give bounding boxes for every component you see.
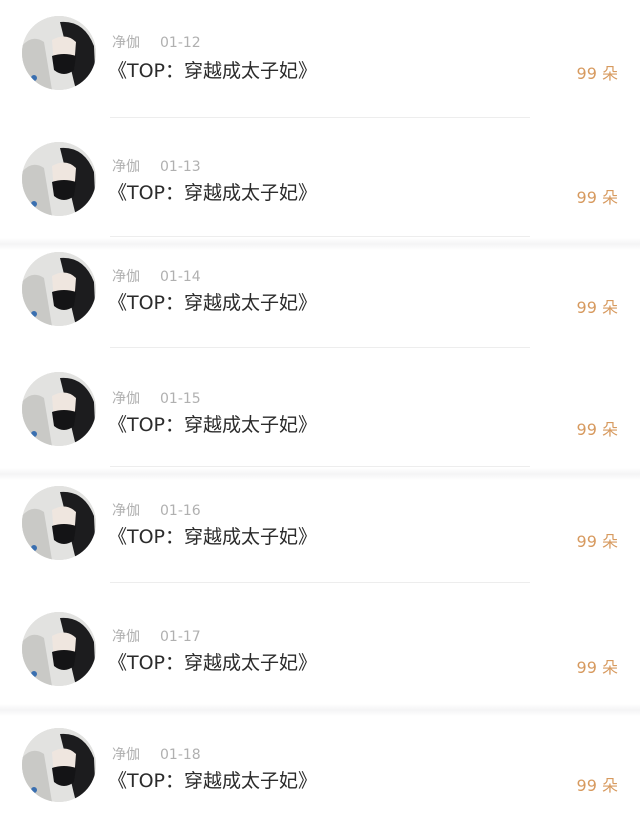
username[interactable]: 净伽 <box>112 747 140 763</box>
avatar-photo-icon <box>22 612 96 686</box>
message-title: 《TOP：穿越成太子妃》 <box>108 292 318 314</box>
message-meta: 净伽 01-12 <box>112 32 201 52</box>
avatar-photo-icon <box>22 252 96 326</box>
message-date: 01-13 <box>160 159 201 175</box>
username[interactable]: 净伽 <box>112 35 140 51</box>
message-date: 01-14 <box>160 269 201 285</box>
message-date: 01-18 <box>160 747 201 763</box>
avatar[interactable] <box>22 142 96 216</box>
message-meta: 净伽 01-17 <box>112 626 201 646</box>
message-date: 01-12 <box>160 35 201 51</box>
gift-count: 99 朵 <box>576 658 618 677</box>
avatar-photo-icon <box>22 142 96 216</box>
message-meta: 净伽 01-14 <box>112 266 201 286</box>
message-title: 《TOP：穿越成太子妃》 <box>108 414 318 436</box>
row-divider <box>110 117 530 118</box>
avatar-photo-icon <box>22 728 96 802</box>
list-item[interactable]: 净伽 01-13 《TOP：穿越成太子妃》 99 朵 <box>0 130 640 238</box>
row-divider <box>110 347 530 348</box>
gift-count: 99 朵 <box>576 188 618 207</box>
message-title: 《TOP：穿越成太子妃》 <box>108 60 318 82</box>
avatar[interactable] <box>22 16 96 90</box>
list-item[interactable]: 净伽 01-14 《TOP：穿越成太子妃》 99 朵 <box>0 250 640 350</box>
gift-count: 99 朵 <box>576 298 618 317</box>
message-title: 《TOP：穿越成太子妃》 <box>108 770 318 792</box>
gift-message-list: 净伽 01-12 《TOP：穿越成太子妃》 99 朵 净伽 01-13 《TOP：穿… <box>0 0 640 832</box>
message-meta: 净伽 01-13 <box>112 156 201 176</box>
username[interactable]: 净伽 <box>112 269 140 285</box>
message-date: 01-17 <box>160 629 201 645</box>
message-title: 《TOP：穿越成太子妃》 <box>108 526 318 548</box>
message-title: 《TOP：穿越成太子妃》 <box>108 182 318 204</box>
avatar-photo-icon <box>22 372 96 446</box>
message-date: 01-16 <box>160 503 201 519</box>
avatar-photo-icon <box>22 16 96 90</box>
avatar-photo-icon <box>22 486 96 560</box>
gift-count: 99 朵 <box>576 776 618 795</box>
username[interactable]: 净伽 <box>112 503 140 519</box>
message-date: 01-15 <box>160 391 201 407</box>
section-gap <box>0 468 640 480</box>
section-gap <box>0 704 640 716</box>
message-meta: 净伽 01-15 <box>112 388 201 408</box>
section-gap <box>0 238 640 250</box>
avatar[interactable] <box>22 372 96 446</box>
avatar[interactable] <box>22 252 96 326</box>
list-item[interactable]: 净伽 01-16 《TOP：穿越成太子妃》 99 朵 <box>0 480 640 588</box>
list-item[interactable]: 净伽 01-15 《TOP：穿越成太子妃》 99 朵 <box>0 360 640 468</box>
avatar[interactable] <box>22 728 96 802</box>
list-item[interactable]: 净伽 01-17 《TOP：穿越成太子妃》 99 朵 <box>0 600 640 706</box>
message-meta: 净伽 01-16 <box>112 500 201 520</box>
avatar[interactable] <box>22 486 96 560</box>
row-divider <box>110 236 530 237</box>
gift-count: 99 朵 <box>576 64 618 83</box>
username[interactable]: 净伽 <box>112 391 140 407</box>
avatar[interactable] <box>22 612 96 686</box>
message-title: 《TOP：穿越成太子妃》 <box>108 652 318 674</box>
gift-count: 99 朵 <box>576 532 618 551</box>
message-meta: 净伽 01-18 <box>112 744 201 764</box>
list-item[interactable]: 净伽 01-18 《TOP：穿越成太子妃》 99 朵 <box>0 716 640 832</box>
row-divider <box>110 466 530 467</box>
row-divider <box>110 582 530 583</box>
list-item[interactable]: 净伽 01-12 《TOP：穿越成太子妃》 99 朵 <box>0 0 640 120</box>
username[interactable]: 净伽 <box>112 159 140 175</box>
gift-count: 99 朵 <box>576 420 618 439</box>
username[interactable]: 净伽 <box>112 629 140 645</box>
